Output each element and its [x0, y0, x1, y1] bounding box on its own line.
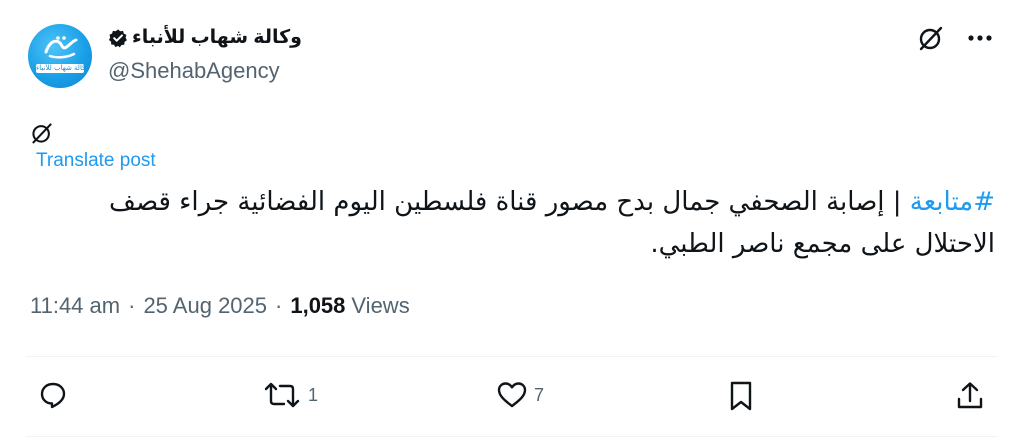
meta-separator: · [275, 293, 283, 318]
post-text: #متابعة | إصابة الصحفي جمال بدح مصور قنا… [30, 181, 995, 265]
divider [26, 356, 997, 357]
heart-icon [497, 382, 527, 408]
post-meta: 11:44 am · 25 Aug 2025 · 1,058 Views [30, 293, 410, 319]
grok-explain-button[interactable] [30, 121, 54, 145]
reply-button[interactable] [38, 380, 74, 410]
author-handle[interactable]: @ShehabAgency [108, 58, 280, 84]
author-display-name[interactable]: وكالة شهاب للأنباء [132, 26, 302, 49]
post-time[interactable]: 11:44 am [30, 293, 120, 319]
author-name-row[interactable]: وكالة شهاب للأنباء [108, 26, 302, 49]
repost-count: 1 [308, 384, 319, 405]
more-icon [968, 35, 992, 41]
header-actions [917, 24, 993, 52]
translate-post-link[interactable]: Translate post [36, 150, 156, 172]
hashtag-link[interactable]: #متابعة [910, 187, 995, 217]
post-date[interactable]: 25 Aug 2025 [143, 293, 267, 319]
bookmark-icon [730, 381, 752, 411]
meta-separator: · [128, 293, 136, 318]
avatar-caption: وكالة شهاب للأنباء [36, 64, 84, 73]
repost-button[interactable]: 1 [262, 380, 318, 410]
verified-badge-icon [108, 28, 127, 47]
like-button[interactable]: 7 [496, 380, 544, 410]
avatar[interactable]: وكالة شهاب للأنباء [28, 24, 92, 88]
like-count: 7 [534, 384, 545, 405]
post-body: | إصابة الصحفي جمال بدح مصور قناة فلسطين… [109, 187, 995, 259]
grok-icon [919, 26, 943, 51]
divider [26, 436, 997, 437]
bookmark-button[interactable] [727, 380, 755, 412]
logo-script-icon [44, 36, 78, 59]
views-label: Views [351, 293, 410, 318]
views-count: 1,058 [290, 293, 346, 318]
grok-icon [32, 123, 52, 144]
share-icon [957, 382, 983, 409]
grok-button[interactable] [917, 24, 945, 52]
more-options-button[interactable] [967, 34, 993, 42]
share-button[interactable] [955, 380, 985, 412]
repost-icon [264, 382, 300, 408]
reply-icon [40, 382, 66, 409]
